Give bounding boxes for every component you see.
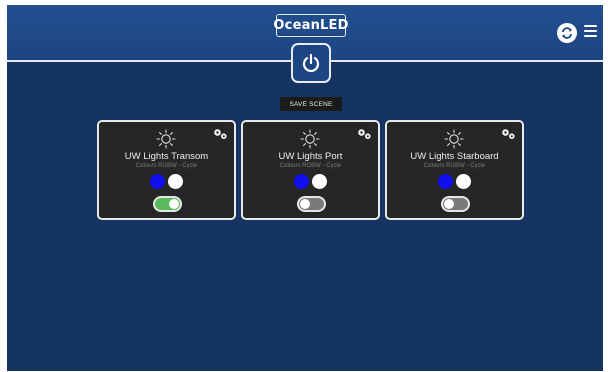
sun-icon[interactable]	[300, 129, 320, 149]
white-color-swatch[interactable]	[168, 174, 183, 189]
color-swatches	[294, 174, 327, 189]
blue-color-swatch[interactable]	[294, 174, 309, 189]
white-color-swatch[interactable]	[312, 174, 327, 189]
toggle-knob	[444, 199, 454, 209]
oceanled-logo: Ocean LED	[273, 14, 349, 37]
color-swatches	[438, 174, 471, 189]
power-button[interactable]	[291, 43, 331, 83]
card-title: UW Lights Port	[278, 151, 343, 162]
gears-icon[interactable]	[357, 128, 372, 140]
light-card[interactable]: UW Lights Transom Colours RGBW - Cycle	[97, 120, 236, 220]
power-toggle[interactable]	[153, 196, 182, 212]
save-scene-button[interactable]: SAVE SCENE	[280, 97, 342, 111]
hamburger-menu-icon[interactable]	[584, 25, 597, 39]
color-swatches	[150, 174, 183, 189]
toggle-knob	[169, 199, 179, 209]
logo-text-led: LED	[320, 18, 349, 33]
blue-color-swatch[interactable]	[150, 174, 165, 189]
power-toggle[interactable]	[297, 196, 326, 212]
app-frame: Ocean LED SAVE SCENE UW Lights Transom C…	[7, 5, 603, 371]
toggle-knob	[300, 199, 310, 209]
power-toggle[interactable]	[441, 196, 470, 212]
card-subtitle: Colours RGBW - Cycle	[423, 163, 486, 169]
sun-icon[interactable]	[444, 129, 464, 149]
power-icon	[302, 53, 320, 72]
card-subtitle: Colours RGBW - Cycle	[279, 163, 342, 169]
gears-icon[interactable]	[213, 128, 228, 140]
sync-button[interactable]	[557, 23, 577, 43]
card-subtitle: Colours RGBW - Cycle	[135, 163, 198, 169]
blue-color-swatch[interactable]	[438, 174, 453, 189]
white-color-swatch[interactable]	[456, 174, 471, 189]
card-title: UW Lights Transom	[124, 151, 209, 162]
light-card[interactable]: UW Lights Port Colours RGBW - Cycle	[241, 120, 380, 220]
gears-icon[interactable]	[501, 128, 516, 140]
sun-icon[interactable]	[156, 129, 176, 149]
sync-icon	[561, 27, 573, 39]
card-title: UW Lights Starboard	[410, 151, 499, 162]
logo-text-ocean: Ocean	[273, 18, 321, 33]
light-card[interactable]: UW Lights Starboard Colours RGBW - Cycle	[385, 120, 524, 220]
